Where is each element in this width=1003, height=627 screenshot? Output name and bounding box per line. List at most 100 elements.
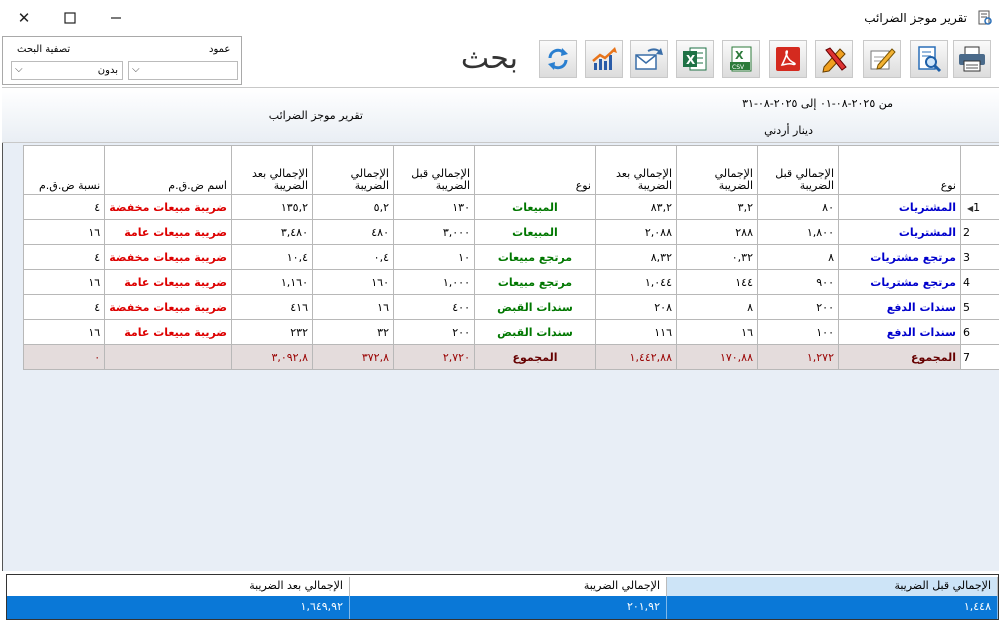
cell-vat_rate[interactable]: ٤ [23, 244, 106, 270]
export-csv-button[interactable]: X CSV [722, 40, 760, 78]
column-select[interactable]: ⌵ [128, 61, 238, 80]
cell-tax[interactable]: ١٦ [312, 294, 394, 320]
column-header[interactable]: الإجمالي الضريبة [312, 145, 394, 195]
row-number[interactable]: 4 [960, 269, 1000, 295]
filter-select[interactable]: ⌵ بدون [11, 61, 123, 80]
edit-report-button[interactable] [863, 40, 901, 78]
export-excel-button[interactable]: X [676, 40, 714, 78]
cell-vat_rate[interactable]: ٠ [23, 344, 106, 370]
row-number[interactable]: 1◀ [960, 194, 1000, 220]
cell-tax[interactable]: ٣٧٢,٨ [312, 344, 394, 370]
cell-tax[interactable]: ٠,٤ [312, 244, 394, 270]
cell-type[interactable]: المجموع [838, 344, 961, 370]
cell-vat_rate[interactable]: ٤ [23, 294, 106, 320]
column-header[interactable]: الإجمالي الضريبة [676, 145, 758, 195]
cell-before[interactable]: ١٣٠ [393, 194, 475, 220]
cell-after[interactable]: ٢,٠٨٨ [595, 219, 677, 245]
cell-after[interactable]: ١,٤٤٢,٨٨ [595, 344, 677, 370]
cell-tax[interactable]: ٠,٣٢ [676, 244, 758, 270]
row-number[interactable]: 5 [960, 294, 1000, 320]
cell-after[interactable]: ٨٣,٢ [595, 194, 677, 220]
cell-after[interactable]: ٣,٤٨٠ [231, 219, 313, 245]
cell-tax[interactable]: ١٦٠ [312, 269, 394, 295]
cell-after[interactable]: ١,٠٤٤ [595, 269, 677, 295]
design-button[interactable] [815, 40, 853, 78]
cell-type[interactable]: مرتجع مبيعات [474, 244, 596, 270]
table-row[interactable]: 2 المشتريات ١,٨٠٠ ٢٨٨ ٢,٠٨٨ المبيعات ٣,٠٠٠ ٤٨٠ ٣… [23, 219, 1000, 245]
cell-before[interactable]: ٢٠٠ [757, 294, 839, 320]
cell-before[interactable]: ١,٢٧٢ [757, 344, 839, 370]
cell-type[interactable]: مرتجع مشتريات [838, 244, 961, 270]
cell-type[interactable]: سندات القبض [474, 294, 596, 320]
cell-after[interactable]: ٤١٦ [231, 294, 313, 320]
cell-before[interactable]: ٩٠٠ [757, 269, 839, 295]
cell-tax[interactable]: ١٧٠,٨٨ [676, 344, 758, 370]
cell-tax[interactable]: ٢٨٨ [676, 219, 758, 245]
column-header[interactable]: نوع [838, 145, 961, 195]
table-row[interactable]: 4 مرتجع مشتريات ٩٠٠ ١٤٤ ١,٠٤٤ مرتجع مبيعات ١,٠… [23, 269, 1000, 295]
cell-after[interactable]: ٣,٠٩٢,٨ [231, 344, 313, 370]
row-number[interactable]: 2 [960, 219, 1000, 245]
cell-tax[interactable]: ١٤٤ [676, 269, 758, 295]
column-header[interactable]: الإجمالي قبل الضريبة [757, 145, 839, 195]
cell-tax[interactable]: ٨ [676, 294, 758, 320]
refresh-button[interactable] [539, 40, 577, 78]
cell-before[interactable]: ٨٠ [757, 194, 839, 220]
send-email-button[interactable] [630, 40, 668, 78]
cell-type[interactable]: المبيعات [474, 219, 596, 245]
footer-value-after-tax[interactable]: ١,٦٤٩,٩٢ [7, 596, 350, 619]
cell-vat_rate[interactable]: ٤ [23, 194, 106, 220]
cell-type[interactable]: سندات الدفع [838, 319, 961, 345]
cell-type[interactable]: المجموع [474, 344, 596, 370]
cell-vat_name[interactable]: ضريبة مبيعات مخفضة [104, 194, 232, 220]
column-header[interactable]: اسم ض.ق.م [104, 145, 232, 195]
cell-vat_rate[interactable]: ١٦ [23, 219, 106, 245]
cell-after[interactable]: ١١٦ [595, 319, 677, 345]
column-header[interactable]: نسبة ض.ق.م [23, 145, 106, 195]
cell-tax[interactable]: ٣٢ [312, 319, 394, 345]
export-pdf-button[interactable] [769, 40, 807, 78]
cell-type[interactable]: مرتجع مبيعات [474, 269, 596, 295]
search-input[interactable]: بحث [246, 37, 528, 83]
cell-vat_name[interactable]: ضريبة مبيعات عامة [104, 319, 232, 345]
column-header[interactable]: الإجمالي قبل الضريبة [393, 145, 475, 195]
cell-vat_name[interactable]: ضريبة مبيعات عامة [104, 269, 232, 295]
cell-after[interactable]: ٢٠٨ [595, 294, 677, 320]
row-number[interactable]: 3 [960, 244, 1000, 270]
cell-tax[interactable]: ٤٨٠ [312, 219, 394, 245]
cell-after[interactable]: ٨,٣٢ [595, 244, 677, 270]
cell-after[interactable]: ٢٣٢ [231, 319, 313, 345]
cell-vat_rate[interactable]: ١٦ [23, 269, 106, 295]
cell-type[interactable]: المشتريات [838, 194, 961, 220]
table-row[interactable]: 3 مرتجع مشتريات ٨ ٠,٣٢ ٨,٣٢ مرتجع مبيعات ١٠ ٠,٤… [23, 244, 1000, 270]
minimize-button[interactable] [96, 6, 136, 30]
cell-after[interactable]: ١٣٥,٢ [231, 194, 313, 220]
cell-before[interactable]: ١٠ [393, 244, 475, 270]
cell-before[interactable]: ١,٠٠٠ [393, 269, 475, 295]
cell-type[interactable]: المشتريات [838, 219, 961, 245]
cell-type[interactable]: سندات القبض [474, 319, 596, 345]
footer-value-before-tax[interactable]: ١,٤٤٨ [667, 596, 998, 619]
cell-before[interactable]: ٢,٧٢٠ [393, 344, 475, 370]
close-button[interactable]: ✕ [4, 6, 44, 30]
cell-vat_name[interactable] [104, 344, 232, 370]
footer-value-tax[interactable]: ٢٠١,٩٢ [350, 596, 667, 619]
cell-type[interactable]: المبيعات [474, 194, 596, 220]
row-number[interactable]: 6 [960, 319, 1000, 345]
cell-tax[interactable]: ٥,٢ [312, 194, 394, 220]
cell-after[interactable]: ١٠,٤ [231, 244, 313, 270]
maximize-button[interactable] [50, 6, 90, 30]
column-header[interactable]: الإجمالي بعد الضريبة [231, 145, 313, 195]
cell-before[interactable]: ٨ [757, 244, 839, 270]
table-row[interactable]: 5 سندات الدفع ٢٠٠ ٨ ٢٠٨ سندات القبض ٤٠٠ ١٦ ٤١٦ ضر… [23, 294, 1000, 320]
column-header[interactable]: الإجمالي بعد الضريبة [595, 145, 677, 195]
cell-before[interactable]: ٢٠٠ [393, 319, 475, 345]
cell-vat_name[interactable]: ضريبة مبيعات مخفضة [104, 294, 232, 320]
cell-vat_rate[interactable]: ١٦ [23, 319, 106, 345]
cell-type[interactable]: سندات الدفع [838, 294, 961, 320]
print-button[interactable] [953, 40, 991, 78]
chart-button[interactable] [585, 40, 623, 78]
cell-before[interactable]: ٣,٠٠٠ [393, 219, 475, 245]
table-row[interactable]: 6 سندات الدفع ١٠٠ ١٦ ١١٦ سندات القبض ٢٠٠ ٣٢ ٢٣٢ ض… [23, 319, 1000, 345]
cell-before[interactable]: ١,٨٠٠ [757, 219, 839, 245]
